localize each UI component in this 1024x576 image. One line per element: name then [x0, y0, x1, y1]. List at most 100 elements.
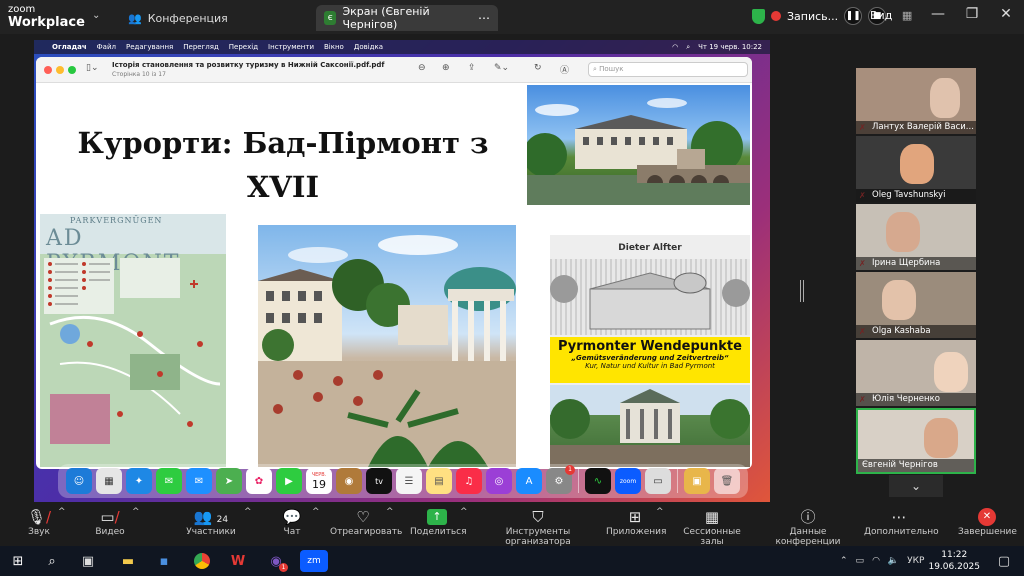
search-icon[interactable]: ⌕	[686, 43, 690, 52]
preview-icon[interactable]: ▭	[645, 468, 671, 494]
facetime-icon[interactable]: ▶	[276, 468, 302, 494]
breakout-rooms-button[interactable]: ▦ Сессионные залы	[672, 507, 752, 547]
participant-tile[interactable]: ✗ Olga Kashaba	[856, 272, 976, 338]
chevron-down-icon[interactable]: ⌄	[92, 10, 100, 21]
mic-muted-icon: 🎙/	[26, 508, 52, 526]
more-options-icon[interactable]: ⋯	[478, 11, 490, 25]
mail-icon[interactable]: ✉	[186, 468, 212, 494]
participant-tile[interactable]: ✗ Oleg Tavshunskyi	[856, 136, 976, 202]
minimize-icon[interactable]: —	[928, 6, 948, 22]
mac-menu-bar: Огладач Файл Редагування Перегляд Перехі…	[34, 40, 770, 54]
tab-screen-share[interactable]: є Экран (Євгеній Чернігов) ⋯	[316, 5, 498, 31]
appletv-icon[interactable]: tv	[366, 468, 392, 494]
panel-resize-handle[interactable]	[800, 280, 804, 302]
music-icon[interactable]: ♫	[456, 468, 482, 494]
pause-recording-button[interactable]: ❚❚	[844, 7, 863, 25]
appstore-icon[interactable]: A	[516, 468, 542, 494]
zoom-dock-icon[interactable]: zoom	[615, 468, 641, 494]
menu-item[interactable]: Довідка	[354, 43, 383, 51]
participant-tile-active-speaker[interactable]: Євгеній Чернігов	[856, 408, 976, 474]
menu-item[interactable]: Перегляд	[183, 43, 219, 51]
encryption-shield-icon[interactable]	[752, 8, 765, 24]
restore-icon[interactable]: ❐	[962, 6, 982, 22]
activity-monitor-icon[interactable]: ∿	[585, 468, 611, 494]
settings-icon[interactable]: ⚙ 1	[546, 465, 575, 494]
react-options-chevron-icon[interactable]: ^	[386, 507, 394, 517]
notes-icon[interactable]: ▤	[426, 468, 452, 494]
launchpad-icon[interactable]: ▦	[96, 468, 122, 494]
annotate-icon[interactable]: Ⓐ	[560, 63, 569, 76]
viber-icon[interactable]: ◉ 1	[264, 550, 288, 572]
apps-label: Приложения	[606, 527, 667, 537]
participant-tile[interactable]: ✗ Лантух Валерій Васи...	[856, 68, 976, 134]
park-map-image: PARKVERGNÜGEN AD PYRMONT	[40, 214, 226, 467]
chat-options-chevron-icon[interactable]: ^	[312, 507, 320, 517]
tray-expand-icon[interactable]: ⌃	[840, 556, 848, 566]
audio-button[interactable]: 🎙/ Звук	[22, 507, 56, 537]
zoom-in-icon[interactable]: ⊕	[442, 63, 450, 73]
wps-icon[interactable]: W	[226, 550, 250, 572]
maps-icon[interactable]: ➤	[216, 468, 242, 494]
archive-icon[interactable]: ▣	[684, 468, 710, 494]
menu-item[interactable]: Огладач	[52, 43, 87, 51]
participant-tile[interactable]: ✗ Юлія Черненко	[856, 340, 976, 406]
markup-icon[interactable]: ✎⌄	[494, 63, 509, 73]
rotate-icon[interactable]: ↻	[534, 63, 542, 73]
audio-options-chevron-icon[interactable]: ^	[58, 507, 66, 517]
calendar-icon[interactable]: ЧЕРВ. 19	[306, 468, 332, 494]
notifications-icon[interactable]: ▢	[992, 550, 1016, 572]
trash-icon[interactable]: 🗑	[714, 468, 740, 494]
network-icon[interactable]: ▭	[856, 556, 865, 566]
minimize-window-button[interactable]	[56, 66, 64, 74]
reminders-icon[interactable]: ☰	[396, 468, 422, 494]
menu-item[interactable]: Вікно	[324, 43, 344, 51]
clock[interactable]: 11:22 19.06.2025	[928, 549, 980, 573]
finder-icon[interactable]: ☺	[66, 468, 92, 494]
view-menu[interactable]: Вид ▦	[870, 9, 912, 22]
save-app-icon[interactable]: ▪	[152, 550, 176, 572]
book-subtitle2: Kur, Natur und Kultur in Bad Pyrmont	[585, 362, 715, 370]
participant-video	[930, 78, 960, 118]
language-indicator[interactable]: УКР	[907, 556, 924, 566]
share-icon[interactable]: ⇪	[468, 63, 476, 73]
podcasts-icon[interactable]: ◎	[486, 468, 512, 494]
meeting-info-button[interactable]: ⓘ Данные конференции	[760, 507, 856, 547]
end-meeting-button[interactable]: ✕ Завершение	[958, 507, 1017, 537]
messages-icon[interactable]: ✉	[156, 468, 182, 494]
zoom-out-icon[interactable]: ⊖	[418, 63, 426, 73]
chat-button[interactable]: 💬 Чат	[278, 507, 306, 537]
zoom-taskbar-icon[interactable]: zm	[300, 550, 328, 572]
contacts-icon[interactable]: ◉	[336, 468, 362, 494]
menu-item[interactable]: Редагування	[126, 43, 173, 51]
video-button[interactable]: ▭/ Видео	[92, 507, 128, 537]
host-tools-button[interactable]: ⛉ Инструменты организатора	[478, 507, 598, 547]
close-icon[interactable]: ✕	[996, 6, 1016, 22]
volume-icon[interactable]: 🔈	[888, 556, 899, 566]
tab-conference[interactable]: 👥 Конференция	[120, 5, 310, 31]
menu-item[interactable]: Файл	[97, 43, 116, 51]
windows-start-icon[interactable]: ⊞	[6, 550, 30, 572]
menu-item[interactable]: Інструменти	[268, 43, 314, 51]
safari-icon[interactable]: ✦	[126, 468, 152, 494]
file-explorer-icon[interactable]: ▬	[116, 550, 140, 572]
share-screen-button[interactable]: ↑ Поделиться	[410, 507, 467, 537]
task-view-icon[interactable]: ▣	[76, 550, 100, 572]
participants-button[interactable]: 👥 24 Участники	[186, 507, 236, 537]
apps-options-chevron-icon[interactable]: ^	[656, 507, 664, 517]
more-button[interactable]: ⋯ Дополнительно	[864, 507, 939, 537]
share-options-chevron-icon[interactable]: ^	[460, 507, 468, 517]
video-options-chevron-icon[interactable]: ^	[132, 507, 140, 517]
search-icon[interactable]: ⌕	[40, 550, 64, 572]
wifi-icon[interactable]: ◠	[672, 43, 678, 52]
close-window-button[interactable]	[44, 66, 52, 74]
photos-icon[interactable]: ✿	[246, 468, 272, 494]
zoom-window-button[interactable]	[68, 66, 76, 74]
gallery-scroll-down-button[interactable]: ⌄	[889, 475, 943, 497]
participants-options-chevron-icon[interactable]: ^	[244, 507, 252, 517]
chrome-icon[interactable]	[190, 550, 214, 572]
pdf-search-input[interactable]: ⌕ Пошук	[588, 62, 748, 77]
wifi-icon[interactable]: ◠	[872, 556, 880, 566]
sidebar-toggle-icon[interactable]: ▯⌄	[86, 63, 99, 73]
menu-item[interactable]: Перехід	[229, 43, 258, 51]
participant-tile[interactable]: ✗ Ірина Щербина	[856, 204, 976, 270]
